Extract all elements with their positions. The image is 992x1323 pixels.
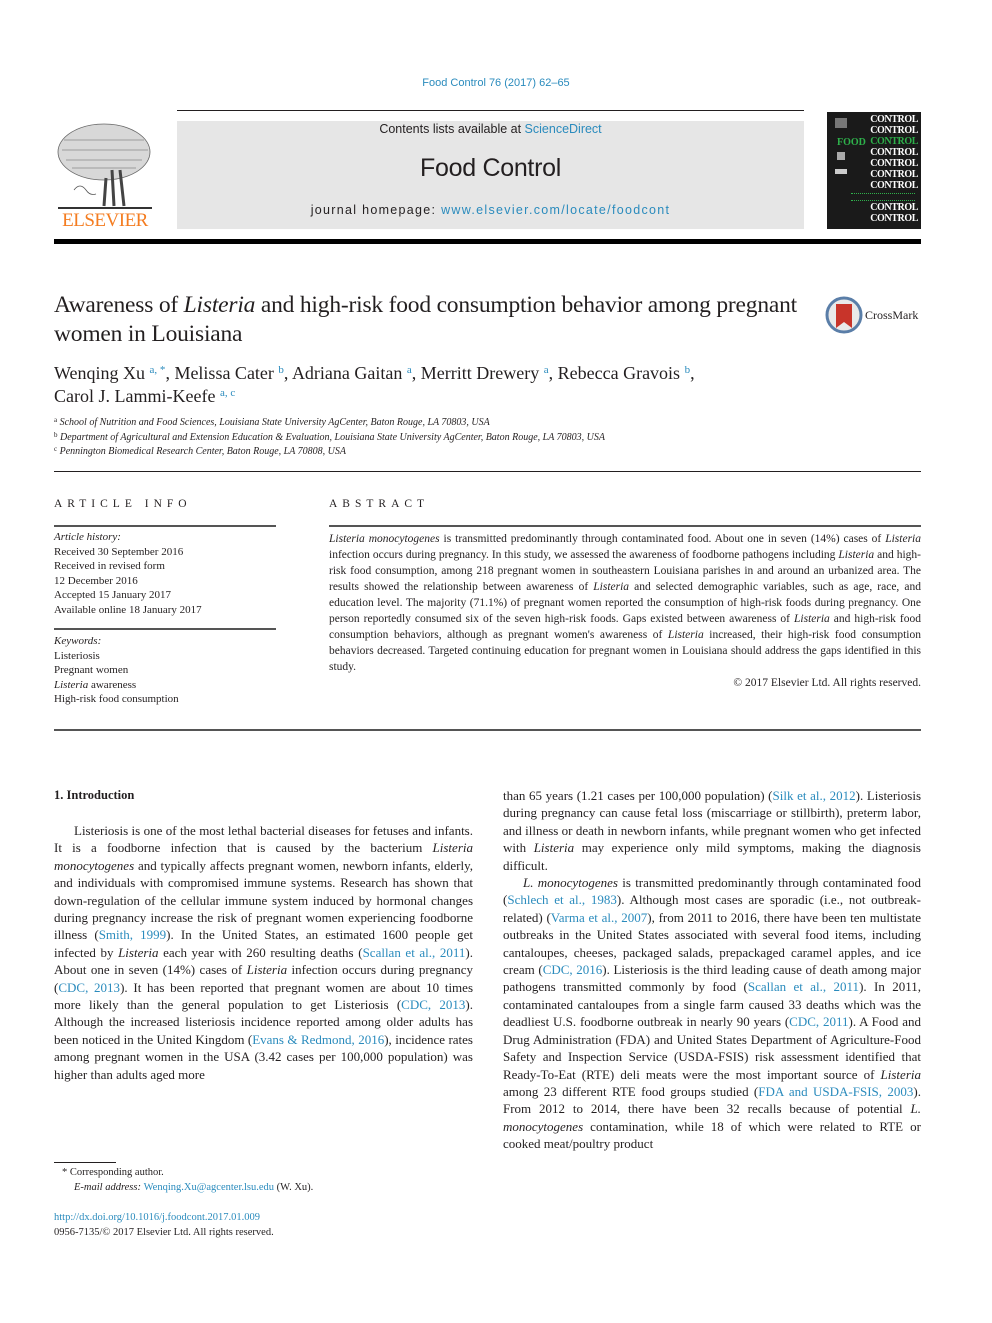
body-left-column: Listeriosis is one of the most lethal ba… xyxy=(54,822,473,1083)
italic-term: Listeria xyxy=(246,962,288,978)
header-thick-rule xyxy=(54,239,921,244)
body-right-column: than 65 years (1.21 cases per 100,000 po… xyxy=(503,787,921,1153)
crossmark-icon xyxy=(825,296,863,334)
cover-word: CONTROL xyxy=(870,147,918,158)
citation-link[interactable]: Silk et al., 2012 xyxy=(773,788,856,803)
doi-block: http://dx.doi.org/10.1016/j.foodcont.201… xyxy=(54,1210,274,1240)
cover-word: CONTROL xyxy=(870,136,918,147)
homepage-line: journal homepage: www.elsevier.com/locat… xyxy=(310,203,671,217)
affiliation: a School of Nutrition and Food Sciences,… xyxy=(54,416,490,429)
citation-link[interactable]: CDC, 2016 xyxy=(543,962,603,977)
cover-word: CONTROL xyxy=(870,158,918,169)
author[interactable]: Wenqing Xu a, * xyxy=(54,363,165,383)
citation-link[interactable]: Evans & Redmond, 2016 xyxy=(252,1032,384,1047)
abstract-text: Listeria monocytogenes is transmitted pr… xyxy=(329,533,921,689)
article-history: Article history: Received 30 September 2… xyxy=(54,531,202,616)
divider xyxy=(54,628,276,630)
paragraph: Listeriosis is one of the most lethal ba… xyxy=(54,822,473,1083)
text-run: than 65 years (1.21 cases per 100,000 po… xyxy=(503,788,773,803)
citation-link[interactable]: Scallan et al., 2011 xyxy=(363,945,466,960)
author[interactable]: Carol J. Lammi-Keefe a, c xyxy=(54,386,235,406)
citation-link[interactable]: Scallan et al., 2011 xyxy=(748,979,859,994)
sciencedirect-link[interactable]: ScienceDirect xyxy=(525,122,602,136)
corresponding-author-note: * Corresponding author. xyxy=(62,1167,164,1178)
cover-food-word: FOOD xyxy=(837,137,866,148)
header-rule xyxy=(177,110,804,111)
cover-thumbnail-icon xyxy=(837,152,845,160)
divider xyxy=(54,525,276,527)
contents-line: Contents lists available at ScienceDirec… xyxy=(379,122,602,136)
section-title: 1. Introduction xyxy=(54,788,135,802)
elsevier-tree-icon xyxy=(57,123,152,209)
crossmark-label: CrossMark xyxy=(865,308,919,322)
cover-word: CONTROL xyxy=(870,125,918,136)
citation-link[interactable]: CDC, 2013 xyxy=(58,980,120,995)
paragraph: than 65 years (1.21 cases per 100,000 po… xyxy=(503,787,921,874)
divider xyxy=(329,525,921,527)
italic-term: Listeria xyxy=(880,1066,921,1082)
text-run: among 23 different RTE food groups studi… xyxy=(503,1083,759,1099)
italic-term: Listeria xyxy=(533,840,575,856)
elsevier-logo[interactable]: ELSEVIER xyxy=(54,120,156,232)
keyword: Listeria awareness xyxy=(54,678,137,691)
keyword: High-risk food consumption xyxy=(54,693,179,705)
keyword: Listeriosis xyxy=(54,649,100,662)
article-title: Awareness of Listeria and high-risk food… xyxy=(54,292,797,347)
issn-copyright: 0956-7135/© 2017 Elsevier Ltd. All right… xyxy=(54,1227,274,1238)
citation-link[interactable]: CDC, 2011 xyxy=(789,1014,848,1029)
citation-link[interactable]: CDC, 2013 xyxy=(401,997,465,1012)
cover-word: CONTROL xyxy=(870,213,918,224)
cover-word: CONTROL xyxy=(870,202,918,213)
author[interactable]: Merritt Drewery a xyxy=(421,363,549,383)
copyright: © 2017 Elsevier Ltd. All rights reserved… xyxy=(733,677,921,689)
citation-link[interactable]: Smith, 1999 xyxy=(99,927,166,942)
author-list: Wenqing Xu a, *, Melissa Cater b, Adrian… xyxy=(54,363,695,406)
cover-subtitle xyxy=(851,193,915,201)
cover-logo-icon xyxy=(835,118,847,128)
email-link[interactable]: Wenqing.Xu@agcenter.lsu.edu xyxy=(144,1182,274,1193)
footnote-rule xyxy=(54,1162,116,1163)
keywords: Keywords: Listeriosis Pregnant women Lis… xyxy=(54,634,276,707)
citation-link[interactable]: FDA and USDA-FSIS, 2003 xyxy=(758,1084,913,1099)
text-run: Listeriosis is one of the most lethal ba… xyxy=(54,823,473,856)
crossmark-button[interactable]: CrossMark xyxy=(825,296,925,336)
journal-title: Food Control xyxy=(420,154,561,182)
author[interactable]: Adriana Gaitan a xyxy=(292,363,412,383)
text-run: each year with 260 resulting deaths ( xyxy=(158,944,363,960)
affiliations: a School of Nutrition and Food Sciences,… xyxy=(54,416,605,460)
citation-link[interactable]: Varma et al., 2007 xyxy=(551,910,647,925)
italic-term: L. monocytogenes xyxy=(523,875,618,891)
footnotes: * Corresponding author. E-mail address: … xyxy=(62,1167,314,1193)
author[interactable]: Rebecca Gravois b xyxy=(558,363,690,383)
doi-link[interactable]: http://dx.doi.org/10.1016/j.foodcont.201… xyxy=(54,1210,274,1225)
cover-word: CONTROL xyxy=(870,180,918,191)
affiliation: b Department of Agricultural and Extensi… xyxy=(54,430,605,443)
elsevier-wordmark: ELSEVIER xyxy=(62,210,148,231)
author[interactable]: Melissa Cater b xyxy=(174,363,283,383)
divider xyxy=(54,729,921,731)
cover-word: CONTROL xyxy=(870,169,918,180)
affiliation: c Pennington Biomedical Research Center,… xyxy=(54,445,346,458)
keyword: Pregnant women xyxy=(54,664,129,676)
citation-link[interactable]: Schlech et al., 1983 xyxy=(507,892,617,907)
abstract-heading: ABSTRACT xyxy=(329,498,430,510)
cover-thumbnail-icon xyxy=(835,169,847,174)
cover-word: CONTROL xyxy=(870,114,918,125)
article-info-heading: ARTICLE INFO xyxy=(54,498,192,510)
journal-banner: Contents lists available at ScienceDirec… xyxy=(177,121,804,229)
divider xyxy=(54,471,921,472)
paragraph: L. monocytogenes is transmitted predomin… xyxy=(503,874,921,1153)
italic-term: Listeria xyxy=(118,944,159,960)
journal-cover-image[interactable]: FOOD CONTROL CONTROL CONTROL CONTROL CON… xyxy=(827,112,921,229)
journal-reference-link[interactable]: Food Control 76 (2017) 62–65 xyxy=(0,77,992,89)
journal-homepage-link[interactable]: www.elsevier.com/locate/foodcont xyxy=(441,203,670,217)
